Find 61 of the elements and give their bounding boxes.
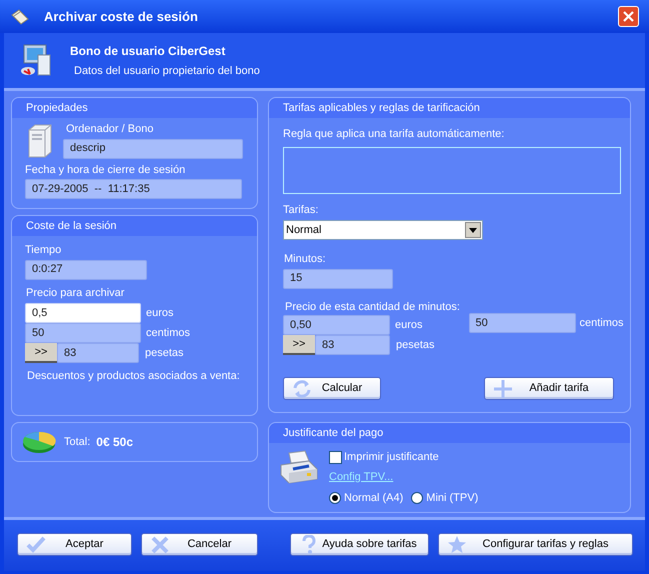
header-subtitle: Datos del usuario propietario del bono: [74, 64, 260, 79]
button[interactable]: Configurar tarifas y reglas: [438, 533, 633, 556]
text-field[interactable]: 0,5: [25, 303, 141, 323]
close-icon: [150, 534, 170, 554]
pie-chart-icon: [22, 430, 56, 454]
text-field[interactable]: 83: [315, 335, 390, 355]
button[interactable]: Cancelar: [141, 533, 258, 556]
window-title: Archivar coste de sesión: [44, 8, 199, 26]
plus-icon: [493, 378, 513, 398]
button[interactable]: Calcular: [283, 377, 381, 400]
convert-button[interactable]: >>: [25, 343, 57, 363]
close-icon: [623, 11, 634, 22]
unit-label: pesetas: [396, 338, 435, 353]
checkbox[interactable]: [329, 450, 342, 464]
text-field[interactable]: descrip: [63, 138, 243, 158]
field-label: Ordenador / Bono: [66, 122, 154, 137]
printer-icon: [279, 449, 319, 485]
text-field[interactable]: 0,50: [283, 315, 390, 335]
field-label: Tarifas:: [283, 202, 320, 218]
radio-label: Mini (TPV): [426, 491, 478, 506]
text-field[interactable]: 83: [57, 343, 139, 363]
unit-label: euros: [395, 318, 423, 333]
unit-label: euros: [146, 306, 174, 321]
total-label: Total:: [64, 434, 90, 450]
button[interactable]: Aceptar: [17, 533, 132, 556]
panel-title: Coste de la sesión: [12, 216, 257, 236]
star-icon: [447, 534, 467, 554]
text-field[interactable]: 15: [283, 268, 393, 288]
checkbox-label: Imprimir justificante: [344, 450, 439, 465]
text-field[interactable]: 0:0:27: [25, 260, 147, 280]
refresh-icon: [292, 378, 312, 398]
text-field[interactable]: 50: [468, 313, 576, 333]
radio-button[interactable]: [411, 492, 424, 504]
header-title: Bono de usuario CiberGest: [70, 42, 226, 60]
button[interactable]: Ayuda sobre tarifas: [290, 533, 429, 556]
radio-label: Normal (A4): [344, 491, 404, 506]
close-button[interactable]: [618, 6, 639, 27]
dropdown[interactable]: Normal: [283, 220, 483, 240]
field-label: Regla que aplica una tarifa automáticamente:: [283, 127, 506, 142]
unit-label: centimos: [580, 316, 624, 331]
total-value: 0€ 50c: [96, 434, 133, 451]
convert-button[interactable]: >>: [283, 335, 315, 355]
button[interactable]: Añadir tarifa: [484, 377, 614, 400]
field-label: Precio para archivar: [26, 286, 126, 300]
panel-title: Tarifas aplicables y reglas de tarificación: [269, 98, 630, 118]
radio-button[interactable]: [329, 492, 341, 504]
text-field[interactable]: 07-29-2005 -- 11:17:35: [25, 179, 242, 199]
field-label: Minutos:: [284, 252, 327, 267]
text-field[interactable]: 50: [25, 323, 141, 343]
panel-title: Propiedades: [12, 98, 257, 118]
field-label: Precio de esta cantidad de minutos:: [285, 300, 461, 314]
field-label: Tiempo: [25, 243, 62, 258]
panel-title: Justificante del pago: [269, 423, 630, 443]
dropdown-button[interactable]: [465, 222, 481, 238]
unit-label: centimos: [146, 326, 190, 341]
field-label: Fecha y hora de cierre de sesión: [25, 162, 186, 178]
check-icon: [26, 534, 46, 554]
document-icon: [10, 8, 30, 24]
caret-icon: [469, 228, 477, 232]
field-label: Descuentos y productos asociados a venta:: [27, 369, 241, 384]
unit-label: pesetas: [145, 346, 184, 361]
